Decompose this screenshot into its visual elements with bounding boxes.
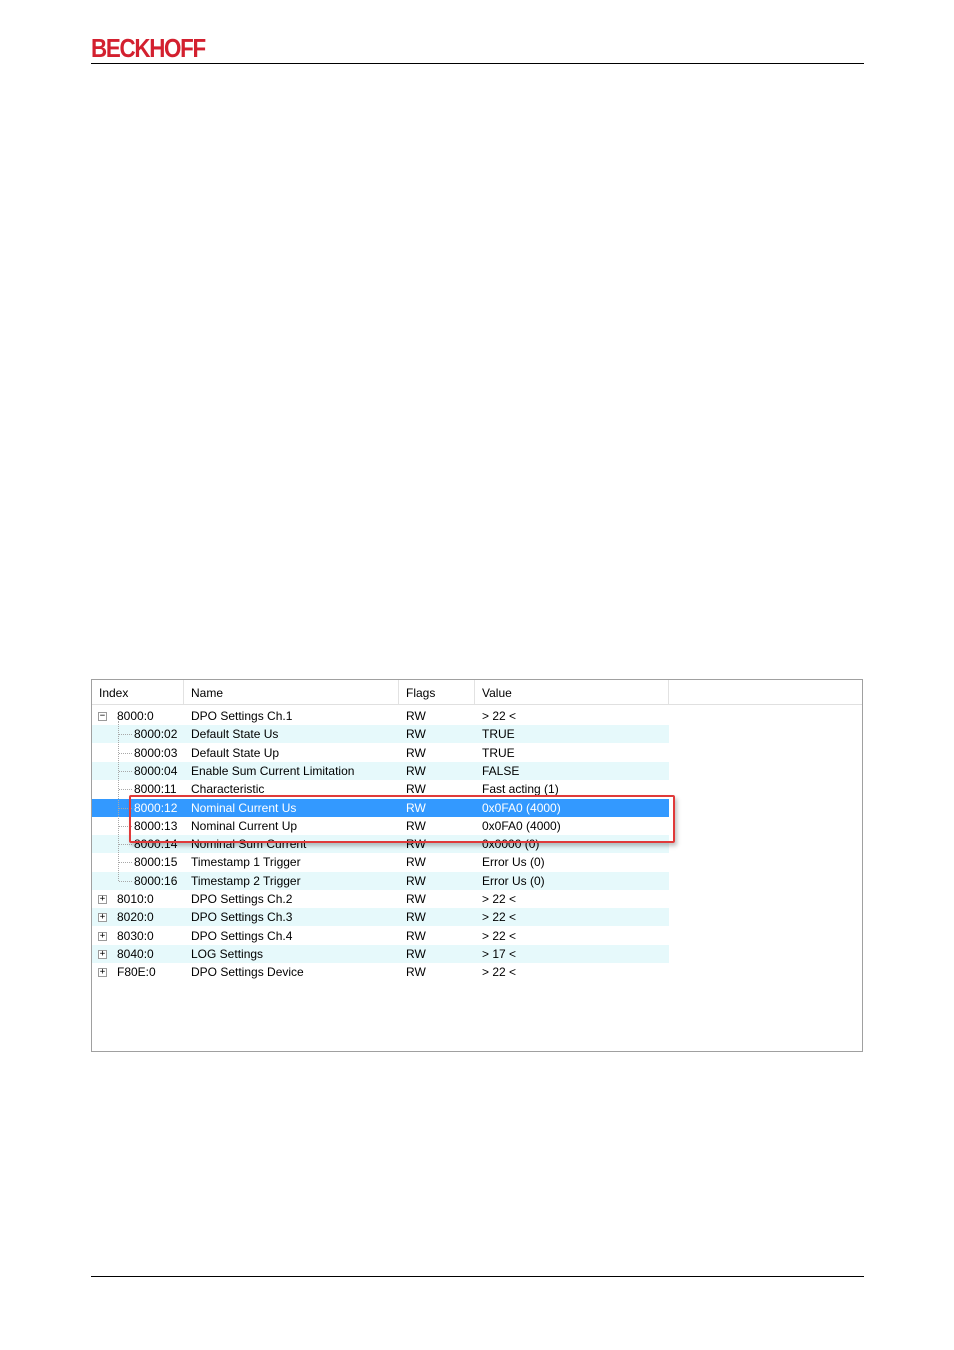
row-flags: RW (406, 746, 426, 760)
row-name: DPO Settings Ch.4 (191, 929, 293, 943)
expand-icon[interactable]: + (98, 932, 107, 941)
row-index: 8000:02 (134, 727, 178, 741)
beckhoff-logo: BECKHOFF (91, 33, 206, 63)
row-index: 8000:03 (134, 746, 178, 760)
column-header-empty (669, 680, 862, 704)
row-name: DPO Settings Ch.1 (191, 709, 293, 723)
row-name: DPO Settings Ch.2 (191, 892, 293, 906)
expand-icon[interactable]: + (98, 895, 107, 904)
row-flags: RW (406, 892, 426, 906)
column-header-value[interactable]: Value (475, 680, 669, 704)
row-value: > 22 < (482, 709, 517, 723)
tree-connector-vertical (118, 721, 119, 881)
row-name: Default State Us (191, 727, 279, 741)
tree-connector (119, 881, 132, 882)
row-index: 8030:0 (117, 929, 154, 943)
collapse-icon[interactable]: − (98, 712, 107, 721)
row-index: 8000:15 (134, 855, 178, 869)
row-name: DPO Settings Ch.3 (191, 910, 293, 924)
header-rule (91, 63, 864, 64)
row-value: > 22 < (482, 965, 517, 979)
row-flags: RW (406, 727, 426, 741)
row-flags: RW (406, 929, 426, 943)
footer-rule (91, 1276, 864, 1277)
table-row[interactable]: +8010:0 DPO Settings Ch.2 RW > 22 < (92, 890, 669, 908)
row-value: FALSE (482, 764, 520, 778)
row-name: LOG Settings (191, 947, 264, 961)
expand-icon[interactable]: + (98, 950, 107, 959)
row-flags: RW (406, 965, 426, 979)
table-row[interactable]: +8020:0 DPO Settings Ch.3 RW > 22 < (92, 908, 669, 926)
row-flags: RW (406, 764, 426, 778)
row-value: > 22 < (482, 892, 517, 906)
tree-connector (119, 789, 132, 790)
tree-connector (119, 734, 132, 735)
table-row[interactable]: − 8000:0 DPO Settings Ch.1 RW > 22 < (92, 707, 669, 725)
tree-connector (119, 844, 132, 845)
row-index: 8000:04 (134, 764, 178, 778)
highlight-annotation-box (129, 795, 675, 843)
parameter-list[interactable]: Index Name Flags Value − 8000:0 DPO Settin… (91, 679, 863, 1052)
row-index: 8000:0 (117, 709, 154, 723)
row-value: > 22 < (482, 910, 517, 924)
table-row[interactable]: 8000:15 Timestamp 1 Trigger RW Error Us (0) (92, 853, 669, 871)
tree-connector (119, 753, 132, 754)
row-index: 8020:0 (117, 910, 154, 924)
row-name: Timestamp 2 Trigger (191, 874, 301, 888)
row-value: > 17 < (482, 947, 517, 961)
column-header-flags[interactable]: Flags (399, 680, 475, 704)
row-index: 8010:0 (117, 892, 154, 906)
row-flags: RW (406, 910, 426, 924)
column-header: Index Name Flags Value (92, 680, 862, 705)
row-index: F80E:0 (117, 965, 156, 979)
table-row[interactable]: +8030:0 DPO Settings Ch.4 RW > 22 < (92, 927, 669, 945)
row-name: DPO Settings Device (191, 965, 304, 979)
table-row[interactable]: 8000:03 Default State Up RW TRUE (92, 744, 669, 762)
row-value: TRUE (482, 727, 515, 741)
row-flags: RW (406, 855, 426, 869)
table-row[interactable]: 8000:16 Timestamp 2 Trigger RW Error Us (0) (92, 872, 669, 890)
column-header-name[interactable]: Name (184, 680, 399, 704)
table-row[interactable]: +8040:0 LOG Settings RW > 17 < (92, 945, 669, 963)
expand-icon[interactable]: + (98, 968, 107, 977)
row-value: Error Us (0) (482, 855, 545, 869)
table-row[interactable]: + F80E:0 DPO Settings Device RW > 22 < (92, 963, 669, 981)
column-header-index[interactable]: Index (92, 680, 184, 704)
row-name: Default State Up (191, 746, 280, 760)
tree-connector (119, 862, 132, 863)
expand-icon[interactable]: + (98, 913, 107, 922)
row-index: 8000:16 (134, 874, 178, 888)
row-flags: RW (406, 874, 426, 888)
tree-connector (119, 771, 132, 772)
row-value: > 22 < (482, 929, 517, 943)
row-index: 8040:0 (117, 947, 154, 961)
row-flags: RW (406, 947, 426, 961)
row-name: Timestamp 1 Trigger (191, 855, 301, 869)
table-row[interactable]: 8000:02 Default State Us RW TRUE (92, 725, 669, 743)
row-value: Error Us (0) (482, 874, 545, 888)
row-name: Enable Sum Current Limitation (191, 764, 355, 778)
row-value: TRUE (482, 746, 515, 760)
table-row[interactable]: 8000:04 Enable Sum Current Limitation RW FA… (92, 762, 669, 780)
row-flags: RW (406, 709, 426, 723)
